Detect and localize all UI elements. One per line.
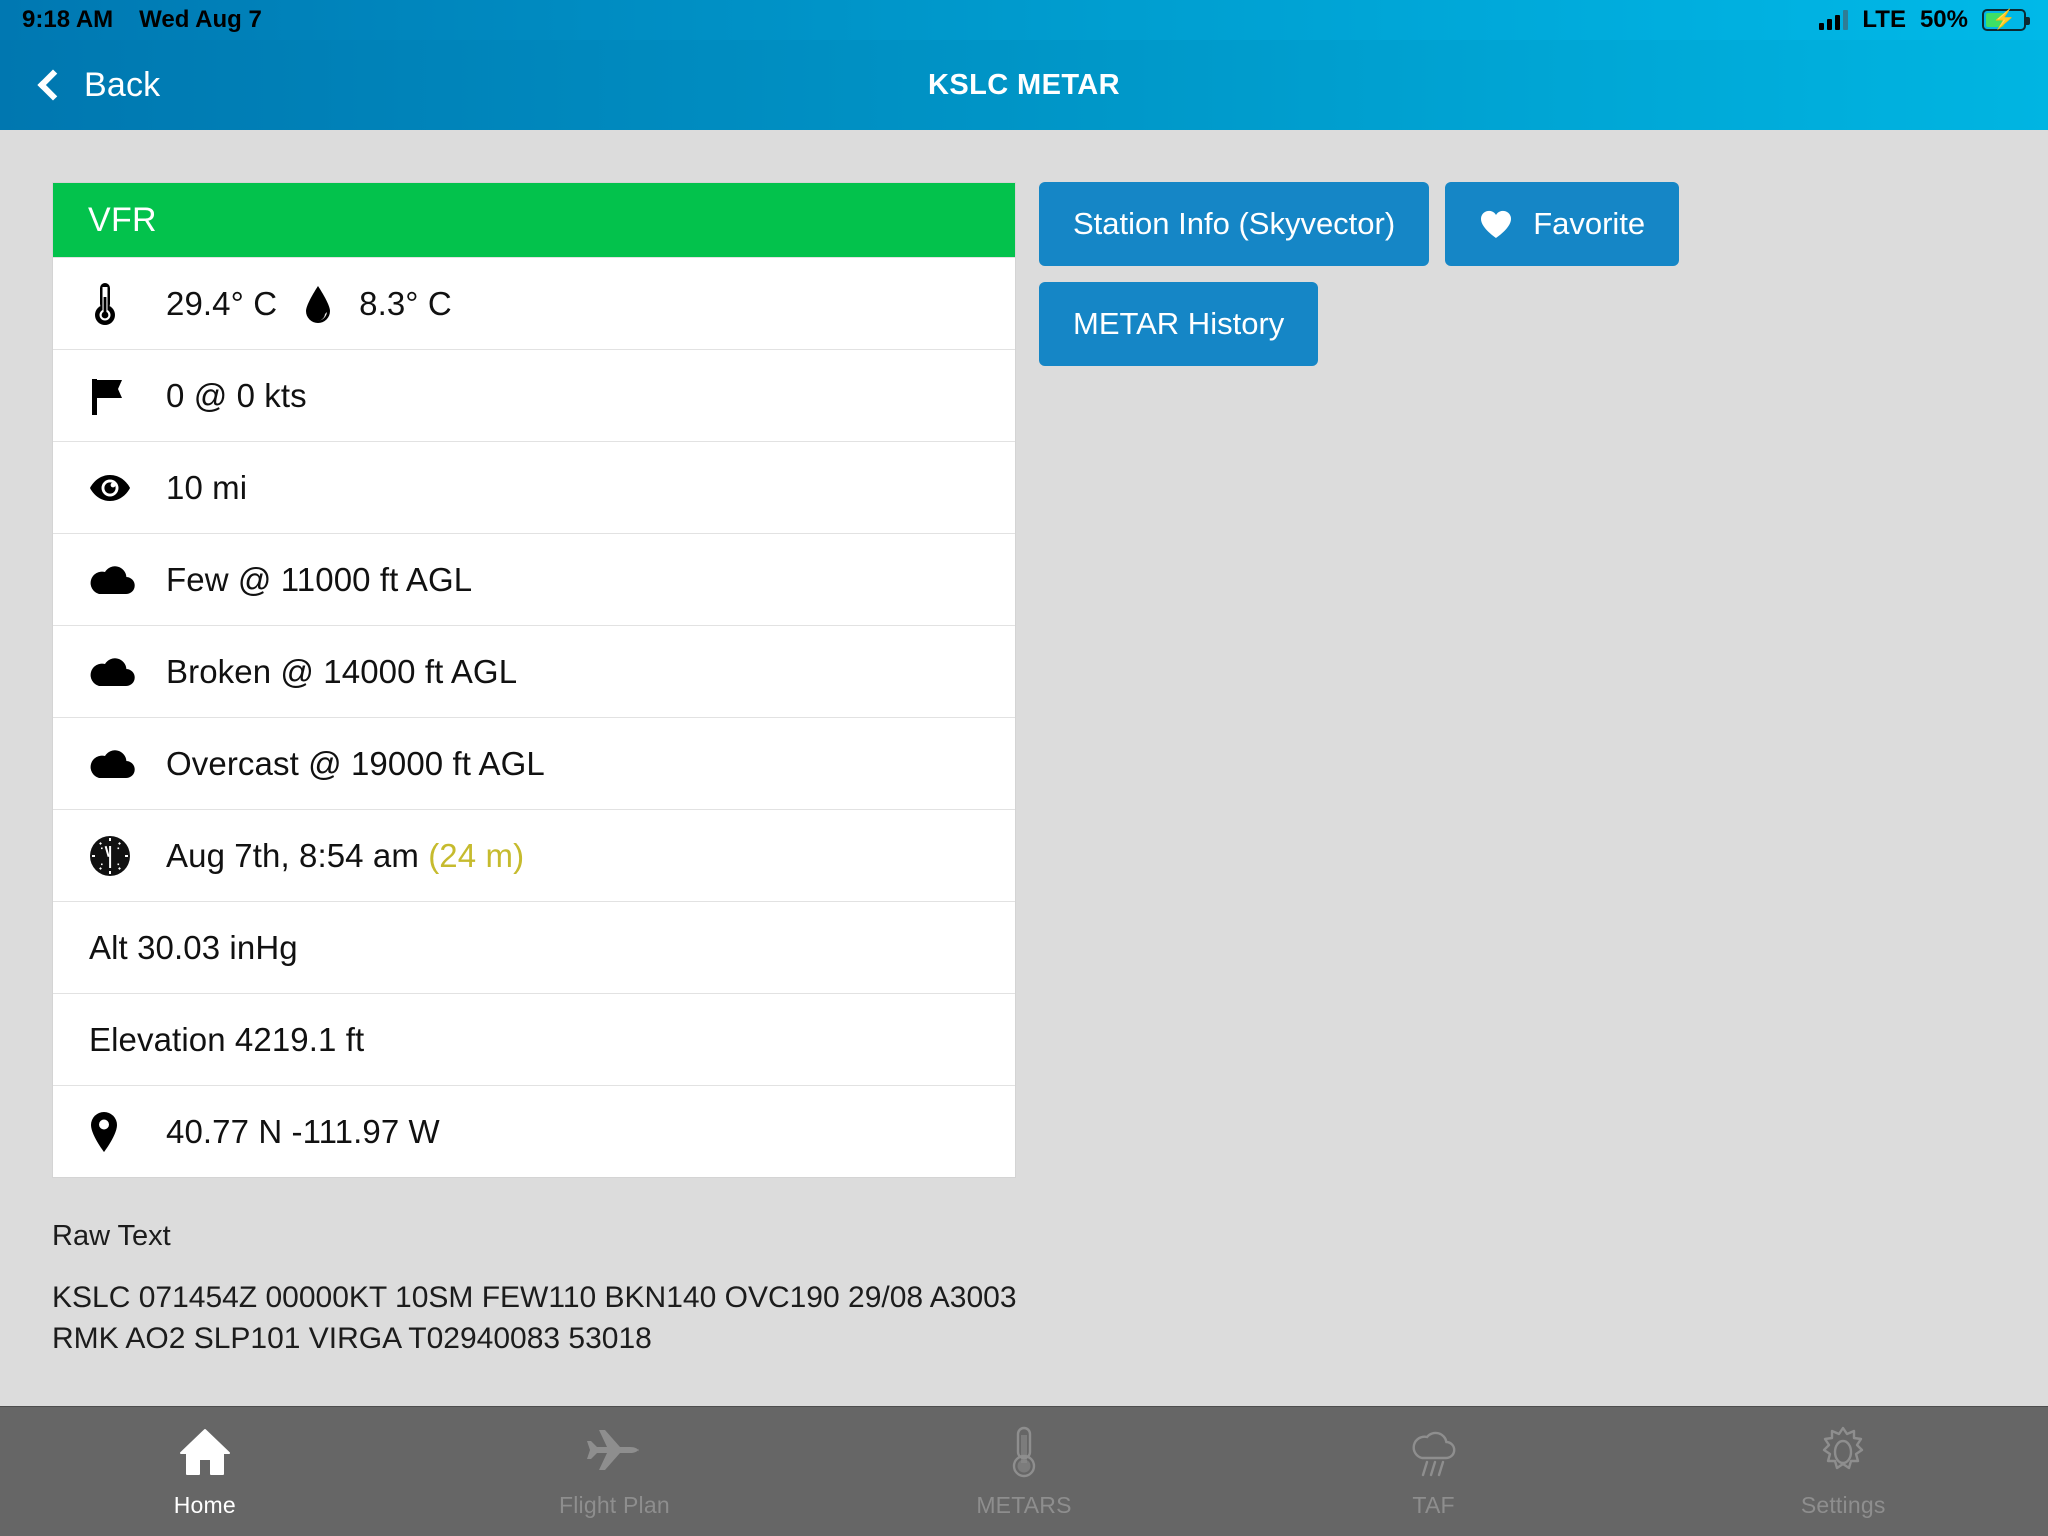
tab-metars[interactable]: METARS xyxy=(819,1407,1229,1536)
dewpoint-droplet-icon xyxy=(277,284,359,324)
visibility-value: 10 mi xyxy=(166,468,248,506)
cloud-icon xyxy=(88,656,166,688)
flight-category-label: VFR xyxy=(88,200,157,239)
visibility-eye-icon xyxy=(88,473,166,503)
back-button-label: Back xyxy=(84,65,161,104)
action-buttons: Station Info (Skyvector) Favorite METAR … xyxy=(1039,182,1939,382)
raw-text-label: Raw Text xyxy=(52,1220,171,1252)
temperature-value: 29.4° C xyxy=(166,284,278,322)
thermometer-icon xyxy=(88,281,166,327)
coordinates-value: 40.77 N -111.97 W xyxy=(166,1112,440,1150)
wind-flag-icon xyxy=(88,375,166,417)
table-row-observation-time: Aug 7th, 8:54 am (24 m) xyxy=(53,809,1015,901)
chevron-left-icon xyxy=(37,69,69,101)
favorite-button-label: Favorite xyxy=(1533,206,1646,241)
table-row-wind: 0 @ 0 kts xyxy=(53,349,1015,441)
network-type-label: LTE xyxy=(1862,6,1906,33)
main-content: VFR 29.4° C 8.3° C 0 @ 0 kts 10 mi Few @… xyxy=(0,130,2048,1406)
metar-history-button[interactable]: METAR History xyxy=(1039,282,1319,366)
table-row-altimeter: Alt 30.03 inHg xyxy=(53,901,1015,993)
clock-icon xyxy=(88,834,166,878)
table-row-coordinates: 40.77 N -111.97 W xyxy=(53,1085,1015,1177)
status-bar-date: Wed Aug 7 xyxy=(139,6,262,33)
observation-time-value: Aug 7th, 8:54 am (24 m) xyxy=(166,837,524,875)
page-title: KSLC METAR xyxy=(928,68,1120,101)
tab-home-label: Home xyxy=(173,1492,236,1518)
station-info-button-label: Station Info (Skyvector) xyxy=(1073,206,1396,241)
table-row-cloud-layer: Overcast @ 19000 ft AGL xyxy=(53,717,1015,809)
tab-flight-plan[interactable]: Flight Plan xyxy=(410,1407,820,1536)
rain-cloud-icon xyxy=(1406,1424,1462,1480)
tab-taf-label: TAF xyxy=(1412,1492,1455,1518)
elevation-value: Elevation 4219.1 ft xyxy=(89,1020,365,1058)
wind-value: 0 @ 0 kts xyxy=(166,376,307,414)
nav-header: Back KSLC METAR xyxy=(0,40,2048,130)
table-row-cloud-layer: Broken @ 14000 ft AGL xyxy=(53,625,1015,717)
metar-history-button-label: METAR History xyxy=(1073,306,1285,341)
station-info-button[interactable]: Station Info (Skyvector) xyxy=(1039,182,1430,266)
altimeter-value: Alt 30.03 inHg xyxy=(89,928,298,966)
cellular-signal-icon xyxy=(1819,10,1849,30)
flight-category-banner: VFR xyxy=(53,183,1015,257)
heart-icon xyxy=(1479,209,1513,239)
cloud-icon xyxy=(88,564,166,596)
status-bar-time: 9:18 AM xyxy=(22,6,114,33)
dewpoint-value: 8.3° C xyxy=(359,284,452,322)
cloud-layer-value: Overcast @ 19000 ft AGL xyxy=(166,744,545,782)
table-row-cloud-layer: Few @ 11000 ft AGL xyxy=(53,533,1015,625)
location-pin-icon xyxy=(88,1110,166,1154)
tab-flight-plan-label: Flight Plan xyxy=(558,1492,670,1518)
action-buttons-row-1: Station Info (Skyvector) Favorite xyxy=(1039,182,1939,266)
table-row-elevation: Elevation 4219.1 ft xyxy=(53,993,1015,1085)
thermometer-icon xyxy=(1007,1424,1041,1480)
tab-bar: Home Flight Plan METARS TAF Settings xyxy=(0,1406,2048,1536)
table-row-visibility: 10 mi xyxy=(53,441,1015,533)
home-icon xyxy=(178,1424,232,1480)
tab-settings-label: Settings xyxy=(1800,1492,1886,1518)
battery-percent-label: 50% xyxy=(1919,6,1968,33)
cloud-icon xyxy=(88,748,166,780)
action-buttons-row-2: METAR History xyxy=(1039,282,1939,366)
raw-text-body: KSLC 071454Z 00000KT 10SM FEW110 BKN140 … xyxy=(52,1281,1017,1355)
tab-metars-label: METARS xyxy=(976,1492,1072,1518)
gear-icon xyxy=(1816,1424,1870,1480)
tab-taf[interactable]: TAF xyxy=(1229,1407,1639,1536)
status-bar-right: LTE 50% ⚡ xyxy=(1819,6,2030,34)
favorite-button[interactable]: Favorite xyxy=(1445,182,1680,266)
status-bar: 9:18 AM Wed Aug 7 LTE 50% ⚡ xyxy=(0,0,2048,40)
cloud-layer-value: Broken @ 14000 ft AGL xyxy=(166,652,518,690)
metar-card: VFR 29.4° C 8.3° C 0 @ 0 kts 10 mi Few @… xyxy=(52,182,1016,1178)
back-button[interactable]: Back xyxy=(37,65,161,105)
tab-settings[interactable]: Settings xyxy=(1638,1407,2048,1536)
tab-home[interactable]: Home xyxy=(0,1407,410,1536)
observation-time-text: Aug 7th, 8:54 am xyxy=(166,836,419,874)
battery-charging-icon: ⚡ xyxy=(1982,9,2030,31)
cloud-layer-value: Few @ 11000 ft AGL xyxy=(166,560,473,598)
table-row-temperature: 29.4° C 8.3° C xyxy=(53,257,1015,349)
status-bar-left: 9:18 AM Wed Aug 7 xyxy=(22,6,262,34)
observation-age-badge: (24 m) xyxy=(428,836,525,874)
airplane-icon xyxy=(585,1424,643,1480)
